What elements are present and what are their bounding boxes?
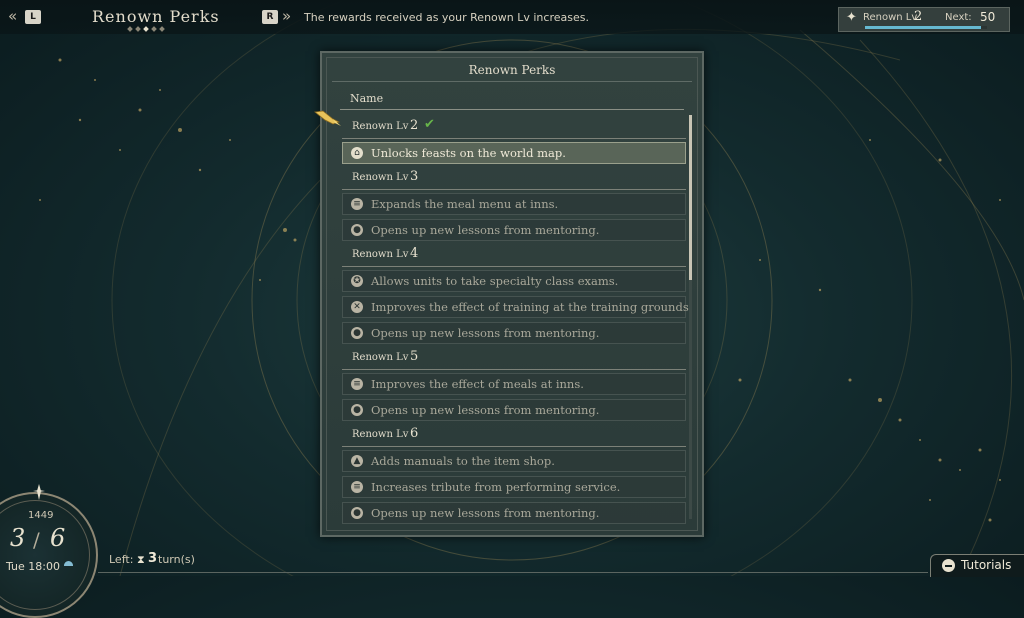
page-title: Renown Perks: [92, 7, 220, 26]
level-label: Renown Lv: [352, 121, 409, 132]
level-label: Renown Lv: [352, 429, 409, 440]
meal-icon: ≡: [351, 378, 363, 390]
total-turns: 6: [50, 524, 66, 552]
level-number: 5: [410, 349, 419, 364]
page-indicator: [127, 26, 165, 32]
perk-text: Unlocks feasts on the world map.: [371, 146, 566, 160]
page-dot: [127, 26, 133, 32]
tribute-icon: ≡: [351, 481, 363, 493]
renown-level-header: Renown Lv 5: [342, 348, 686, 370]
perk-item[interactable]: ● Opens up new lessons from mentoring.: [342, 219, 686, 241]
column-divider: [340, 109, 684, 110]
perk-item[interactable]: ≡ Increases tribute from performing servi…: [342, 476, 686, 498]
perk-text: Improves the effect of meals at inns.: [371, 377, 584, 391]
scrollbar[interactable]: [689, 115, 692, 519]
renown-level-header: Renown Lv 3: [342, 168, 686, 190]
turns-left-label: Left:: [109, 553, 134, 566]
renown-perks-panel: Renown Perks Name Renown Lv 2 ✔ ⌂ Unlocks fe…: [320, 51, 704, 537]
page-dot: [159, 26, 165, 32]
prev-tab-key-l[interactable]: L: [25, 10, 41, 24]
renown-level-header: Renown Lv 4: [342, 245, 686, 267]
renown-level-header: Renown Lv 2 ✔: [342, 117, 686, 139]
mentor-icon: ●: [351, 327, 363, 339]
day-time: Tue 18:00: [6, 560, 60, 573]
renown-progress-fill: [865, 26, 981, 29]
unlocked-check-icon: ✔: [424, 117, 435, 132]
minus-button-icon[interactable]: [942, 559, 955, 572]
bottom-divider: [98, 572, 928, 573]
level-number: 4: [410, 246, 419, 261]
mentor-icon: ●: [351, 404, 363, 416]
turns-unit: turn(s): [158, 553, 195, 566]
page-dot: [151, 26, 157, 32]
next-tab-chevron-icon[interactable]: »: [282, 7, 291, 25]
mentor-icon: ●: [351, 507, 363, 519]
perk-item[interactable]: ● Opens up new lessons from mentoring.: [342, 322, 686, 344]
next-tab-key-r[interactable]: R: [262, 10, 278, 24]
turn-slash: /: [33, 528, 40, 552]
level-label: Renown Lv: [352, 352, 409, 363]
current-turn: 3: [10, 524, 26, 552]
turns-left-value: 3: [148, 551, 158, 566]
perk-text: Expands the meal menu at inns.: [371, 197, 559, 211]
clock-star-icon: [33, 484, 45, 500]
column-header-name: Name: [350, 92, 384, 105]
scrollbar-thumb[interactable]: [689, 115, 692, 280]
level-number: 3: [410, 169, 419, 184]
sparkle-icon: ✦: [846, 10, 857, 25]
perk-text: Adds manuals to the item shop.: [371, 454, 555, 468]
perk-text: Allows units to take specialty class exa…: [371, 274, 619, 288]
level-number: 2: [410, 118, 419, 133]
level-label: Renown Lv: [352, 172, 409, 183]
meal-icon: ≡: [351, 198, 363, 210]
page-dot: [143, 26, 149, 32]
perk-item[interactable]: ▲ Adds manuals to the item shop.: [342, 450, 686, 472]
perk-text: Opens up new lessons from mentoring.: [371, 506, 600, 520]
page-dot: [135, 26, 141, 32]
page-subtitle: The rewards received as your Renown Lv i…: [304, 11, 589, 24]
perk-item[interactable]: ⌂ Unlocks feasts on the world map.: [342, 142, 686, 164]
renown-level-value: 2: [914, 9, 923, 24]
hourglass-icon: ⧗: [137, 553, 145, 566]
next-value: 50: [980, 10, 996, 24]
renown-level-box: ✦ Renown Lv 2 Next: 50: [838, 7, 1010, 32]
perk-item[interactable]: ✕ Improves the effect of training at the …: [342, 296, 692, 318]
perk-item[interactable]: ≡ Expands the meal menu at inns.: [342, 193, 686, 215]
panel-title: Renown Perks: [468, 63, 556, 77]
perk-text: Opens up new lessons from mentoring.: [371, 326, 600, 340]
perk-item[interactable]: ≡ Improves the effect of meals at inns.: [342, 373, 686, 395]
prev-tab-chevron-icon[interactable]: «: [8, 7, 17, 25]
training-icon: ✕: [351, 301, 363, 313]
level-number: 6: [410, 426, 419, 441]
perk-text: Opens up new lessons from mentoring.: [371, 403, 600, 417]
perk-item[interactable]: ✪ Allows units to take specialty class ex…: [342, 270, 686, 292]
perk-item[interactable]: ● Opens up new lessons from mentoring.: [342, 502, 686, 524]
perk-list: Renown Lv 2 ✔ ⌂ Unlocks feasts on the world …: [342, 117, 692, 528]
mentor-icon: ●: [351, 224, 363, 236]
exam-icon: ✪: [351, 275, 363, 287]
level-label: Renown Lv: [352, 249, 409, 260]
title-divider: [332, 81, 692, 82]
shop-icon: ▲: [351, 455, 363, 467]
renown-level-header: Renown Lv 6: [342, 425, 686, 447]
perk-text: Opens up new lessons from mentoring.: [371, 223, 600, 237]
perk-item[interactable]: ● Opens up new lessons from mentoring.: [342, 399, 686, 421]
perk-text: Improves the effect of training at the t…: [371, 300, 693, 314]
renown-label: Renown Lv: [863, 12, 918, 23]
selection-cursor-icon: [314, 110, 341, 126]
renown-progress-bar: [865, 26, 987, 29]
perk-text: Increases tribute from performing servic…: [371, 480, 621, 494]
year-label: 1449: [28, 510, 54, 521]
next-label: Next:: [945, 12, 972, 23]
tutorials-label[interactable]: Tutorials: [961, 558, 1011, 572]
weather-icon: [64, 561, 73, 566]
feast-icon: ⌂: [351, 147, 363, 159]
